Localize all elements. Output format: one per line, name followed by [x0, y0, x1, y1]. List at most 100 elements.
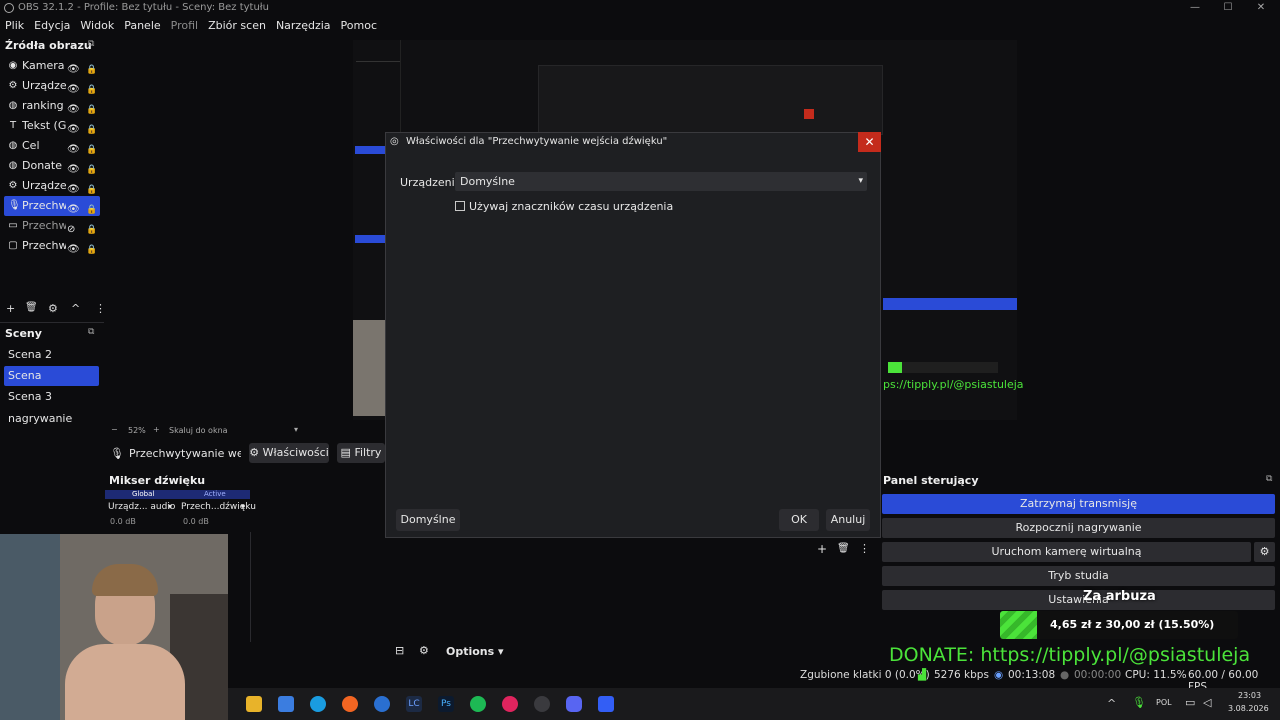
- zoom-dropdown-icon[interactable]: ▾: [294, 425, 298, 434]
- file-explorer-icon[interactable]: [246, 696, 262, 712]
- source-toolbar: 🎙 Przechwytywanie wejśc ⚙ Właściwości ▤ …: [105, 442, 385, 466]
- microphone-icon[interactable]: 🎙: [1132, 696, 1146, 709]
- device-select[interactable]: Domyślne ▾: [455, 172, 867, 191]
- menu-tools[interactable]: Narzędzia: [271, 16, 336, 36]
- dock-float-icon[interactable]: ⧉: [1266, 474, 1272, 484]
- gear-icon: ⚙: [8, 80, 18, 91]
- dock-float-icon[interactable]: ⧉: [88, 39, 94, 49]
- record-time: 00:00:00: [1074, 669, 1122, 681]
- visibility-eye-icon[interactable]: 👁: [67, 240, 80, 260]
- menu-view[interactable]: Widok: [75, 16, 119, 36]
- minimize-button[interactable]: —: [1178, 0, 1212, 16]
- close-button[interactable]: ✕: [1244, 0, 1278, 16]
- app-icon[interactable]: [598, 696, 614, 712]
- chevron-down-icon: ▾: [498, 645, 504, 658]
- discord-icon[interactable]: [566, 696, 582, 712]
- channel-menu-icon[interactable]: ▾: [241, 502, 245, 511]
- start-virtual-camera-button[interactable]: Uruchom kamerę wirtualną: [882, 542, 1251, 562]
- scene-item-selected[interactable]: Scena: [4, 366, 99, 386]
- source-item-selected[interactable]: 🎙 Przechw 👁 🔒: [4, 196, 100, 216]
- scene-item[interactable]: Scena 2: [4, 345, 99, 365]
- photoshop-icon[interactable]: Ps: [438, 696, 454, 712]
- zoom-level: 52%: [128, 426, 146, 435]
- tray-expand-icon[interactable]: ^: [1107, 697, 1116, 710]
- source-item[interactable]: TTekst (GD👁🔒: [4, 116, 100, 136]
- clock-time[interactable]: 23:03: [1238, 691, 1261, 700]
- menu-help[interactable]: Pomoc: [336, 16, 382, 36]
- fit-to-window-button[interactable]: Skaluj do okna: [169, 426, 228, 435]
- zoom-out-button[interactable]: −: [111, 425, 118, 434]
- store-icon[interactable]: [278, 696, 294, 712]
- source-item[interactable]: ▭ Przechw ⊘ 🔒: [4, 216, 100, 236]
- source-item[interactable]: ◍ Donate 👁 🔒: [4, 156, 100, 176]
- steam-icon[interactable]: [374, 696, 390, 712]
- goal-progress-bar: 4,65 zł z 30,00 zł (15.50%): [1000, 611, 1238, 639]
- device-timestamps-checkbox[interactable]: [455, 201, 465, 211]
- goal-progress-text: 4,65 zł z 30,00 zł (15.50%): [1050, 618, 1215, 631]
- source-item[interactable]: ⚙Urządzen👁🔒: [4, 176, 100, 196]
- monitor-icon: ▢: [8, 240, 18, 251]
- menu-file[interactable]: Plik: [0, 16, 29, 36]
- app-icon[interactable]: [502, 696, 518, 712]
- source-item[interactable]: ⚙Urządzen👁🔒: [4, 76, 100, 96]
- channel-menu-icon[interactable]: ▾: [168, 502, 172, 511]
- source-item[interactable]: ◉Kamera i👁🔒: [4, 56, 100, 76]
- dock-divider: [0, 322, 104, 323]
- add-transition-button[interactable]: +: [817, 542, 827, 556]
- scenes-dock-title: Sceny: [5, 327, 42, 340]
- gear-icon: ⚙: [8, 180, 18, 191]
- network-icon[interactable]: ▭: [1185, 696, 1195, 709]
- menu-scene-collection[interactable]: Zbiór scen: [203, 16, 271, 36]
- zoom-in-button[interactable]: +: [153, 425, 160, 434]
- nested-stop-stream: [883, 298, 1017, 310]
- maximize-button[interactable]: ☐: [1211, 0, 1245, 16]
- filters-button[interactable]: ▤ Filtry: [337, 443, 385, 463]
- source-item[interactable]: ▢ Przechw 👁 🔒: [4, 236, 100, 256]
- move-up-button[interactable]: ^: [71, 302, 80, 315]
- layout-toggle-icon[interactable]: ⊟: [395, 644, 404, 657]
- ok-button[interactable]: OK: [779, 509, 819, 531]
- options-button[interactable]: Options ▾: [446, 645, 504, 658]
- menu-docks[interactable]: Panele: [119, 16, 165, 36]
- nested-webcam: [353, 320, 385, 416]
- tab-global[interactable]: Global: [132, 490, 154, 498]
- remove-transition-button[interactable]: 🗑: [837, 543, 850, 554]
- control-panel-title: Panel sterujący: [883, 474, 979, 487]
- source-properties-button[interactable]: ⚙: [48, 302, 58, 315]
- dock-float-icon[interactable]: ⧉: [88, 327, 94, 337]
- language-indicator[interactable]: POL: [1156, 698, 1172, 707]
- source-item[interactable]: ◍ Cel 👁 🔒: [4, 136, 100, 156]
- obs-logo-icon: ◎: [390, 136, 399, 147]
- virtual-camera-settings-button[interactable]: ⚙: [1254, 542, 1275, 562]
- transition-more-button[interactable]: ⋮: [859, 542, 870, 555]
- lock-icon[interactable]: 🔒: [86, 240, 97, 260]
- mixer-channel-level: 0.0 dB: [183, 517, 209, 526]
- defaults-button[interactable]: Domyślne: [396, 509, 460, 531]
- studio-mode-button[interactable]: Tryb studia: [882, 566, 1275, 586]
- cancel-button[interactable]: Anuluj: [826, 509, 870, 531]
- remove-source-button[interactable]: 🗑: [25, 302, 38, 313]
- add-source-button[interactable]: +: [6, 302, 15, 315]
- source-item[interactable]: ◍ ranking 👁 🔒: [4, 96, 100, 116]
- clock-date[interactable]: 3.08.2026: [1228, 704, 1269, 713]
- properties-button[interactable]: ⚙ Właściwości: [249, 443, 329, 463]
- spotify-icon[interactable]: [470, 696, 486, 712]
- firefox-icon[interactable]: [342, 696, 358, 712]
- mixer-settings-icon[interactable]: ⚙: [419, 644, 429, 657]
- menu-profile[interactable]: Profil: [166, 16, 203, 36]
- start-recording-button[interactable]: Rozpocznij nagrywanie: [882, 518, 1275, 538]
- donate-link-text: DONATE: https://tipply.pl/@psiastuleja: [889, 644, 1251, 666]
- menu-edit[interactable]: Edycja: [29, 16, 75, 36]
- more-options-button[interactable]: ⋮: [95, 302, 106, 315]
- settings-button[interactable]: Ustawienia: [882, 590, 1275, 610]
- dialog-close-button[interactable]: ✕: [858, 132, 881, 152]
- volume-icon[interactable]: ◁: [1203, 696, 1211, 709]
- obs-taskbar-icon[interactable]: [534, 696, 550, 712]
- lunar-client-icon[interactable]: LC: [406, 696, 422, 712]
- stop-streaming-button[interactable]: Zatrzymaj transmisję: [882, 494, 1275, 514]
- tab-active[interactable]: Active: [204, 490, 226, 498]
- scene-item[interactable]: Scena 3: [4, 387, 99, 407]
- scene-item[interactable]: nagrywanie: [4, 409, 99, 429]
- edge-icon[interactable]: [310, 696, 326, 712]
- menu-bar: Plik Edycja Widok Panele Profil Zbiór scen Nar…: [0, 16, 1280, 36]
